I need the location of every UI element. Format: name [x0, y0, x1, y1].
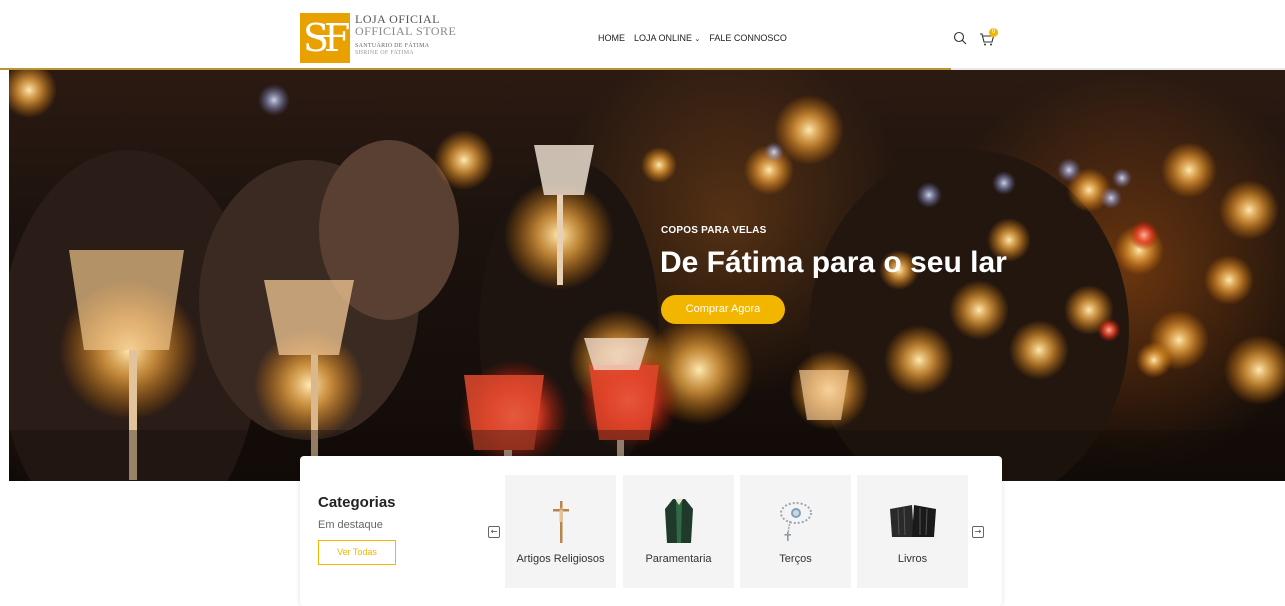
nav-loja-online-label: LOJA ONLINE	[634, 33, 693, 43]
hero-candles-image	[9, 70, 1285, 481]
logo-monogram: S F	[300, 13, 350, 63]
hero-title: De Fátima para o seu lar	[660, 246, 1007, 279]
category-tile-paramentaria[interactable]: Paramentaria	[623, 475, 734, 588]
crucifix-icon	[553, 501, 569, 543]
logo-line-2: OFFICIAL STORE	[355, 24, 457, 38]
nav-fale-connosco[interactable]: FALE CONNOSCO	[709, 33, 787, 43]
main-nav: HOME LOJA ONLINE ⌄ FALE CONNOSCO	[598, 33, 787, 43]
arrow-left-icon[interactable]: ←	[488, 526, 500, 538]
category-label: Paramentaria	[645, 553, 712, 565]
nav-loja-online[interactable]: LOJA ONLINE ⌄	[634, 33, 700, 43]
logo-text: LOJA OFICIAL OFFICIAL STORE SANTUÁRIO DE…	[355, 13, 456, 57]
logo-line-4: SHRINE OF FATIMA	[355, 50, 415, 56]
books-icon	[890, 505, 936, 537]
hero-banner: COPOS PARA VELAS De Fátima para o seu la…	[9, 70, 1285, 481]
vestment-icon	[665, 499, 693, 543]
cart-count-badge: 0	[989, 28, 998, 37]
category-label: Terços	[779, 553, 812, 565]
nav-home[interactable]: HOME	[598, 33, 625, 43]
hero-eyebrow: COPOS PARA VELAS	[661, 225, 767, 236]
categories-subtitle: Em destaque	[318, 519, 383, 531]
shop-now-button[interactable]: Comprar Agora	[661, 295, 785, 324]
category-label: Artigos Religiosos	[516, 553, 605, 565]
category-label: Livros	[897, 553, 928, 565]
categories-title: Categorias	[318, 494, 396, 511]
search-icon[interactable]	[953, 31, 967, 45]
category-tile-livros[interactable]: Livros	[857, 475, 968, 588]
categories-card: Categorias Em destaque Ver Todas ← → Art…	[300, 456, 1002, 606]
category-tile-artigos-religiosos[interactable]: Artigos Religiosos	[505, 475, 616, 588]
rosary-icon	[780, 502, 812, 541]
store-logo[interactable]: S F LOJA OFICIAL OFFICIAL STORE SANTUÁRI…	[300, 13, 456, 63]
site-header: S F LOJA OFICIAL OFFICIAL STORE SANTUÁRI…	[0, 0, 1285, 70]
view-all-button[interactable]: Ver Todas	[318, 540, 396, 565]
category-tile-tercos[interactable]: Terços	[740, 475, 851, 588]
chevron-down-icon: ⌄	[694, 36, 701, 43]
arrow-right-icon[interactable]: →	[972, 526, 984, 538]
logo-line-3: SANTUÁRIO DE FÁTIMA	[355, 43, 430, 49]
